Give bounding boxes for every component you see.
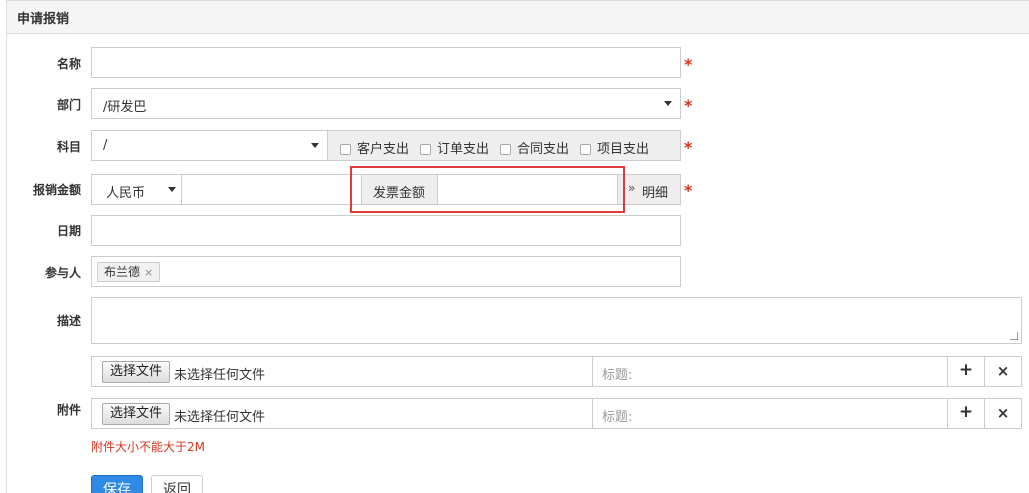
close-icon: × bbox=[996, 362, 1010, 380]
chevron-down-icon bbox=[168, 187, 176, 192]
title-placeholder: 标题: bbox=[602, 368, 633, 383]
participants-label: 参与人 bbox=[44, 266, 81, 280]
subject-select[interactable]: / bbox=[91, 130, 328, 161]
description-textarea[interactable] bbox=[91, 297, 1022, 344]
close-icon[interactable]: × bbox=[144, 266, 153, 279]
date-input[interactable] bbox=[91, 215, 681, 246]
name-input[interactable] bbox=[91, 47, 681, 78]
attachment-file-field: 选择文件 未选择任何文件 bbox=[91, 398, 593, 429]
subject-type-checkboxes: 客户支出 订单支出 合同支出 项目支出 bbox=[327, 130, 681, 161]
checkbox-customer-expense[interactable]: 客户支出 bbox=[340, 138, 409, 157]
resize-handle-icon[interactable] bbox=[1010, 332, 1018, 340]
panel-header: 申请报销 bbox=[7, 1, 1029, 34]
participant-tag: 布兰德 × bbox=[97, 262, 161, 282]
department-required-mark: * bbox=[684, 96, 693, 115]
plus-icon: + bbox=[958, 402, 974, 422]
file-status: 未选择任何文件 bbox=[174, 368, 266, 383]
attachments-label: 附件 bbox=[56, 403, 81, 417]
subject-label: 科目 bbox=[56, 140, 81, 154]
choose-file-button[interactable]: 选择文件 bbox=[102, 361, 171, 383]
attachment-title-input[interactable]: 标题: bbox=[592, 398, 949, 429]
currency-select[interactable]: 人民币 bbox=[91, 174, 182, 205]
panel-title: 申请报销 bbox=[17, 12, 70, 27]
chevron-down-icon bbox=[311, 143, 319, 148]
amount-input[interactable] bbox=[181, 174, 362, 205]
remove-attachment-button[interactable]: × bbox=[984, 356, 1022, 387]
subject-required-mark: * bbox=[684, 138, 693, 157]
name-required-mark: * bbox=[684, 55, 693, 74]
checkbox-icon bbox=[420, 144, 431, 155]
attachment-size-hint: 附件大小不能大于2M bbox=[91, 440, 205, 454]
attachment-file-field: 选择文件 未选择任何文件 bbox=[91, 356, 593, 387]
back-button[interactable]: 返回 bbox=[151, 475, 203, 493]
amount-required-mark: * bbox=[684, 181, 693, 200]
participants-input[interactable] bbox=[91, 256, 681, 287]
choose-file-button[interactable]: 选择文件 bbox=[102, 403, 171, 425]
description-label: 描述 bbox=[56, 314, 81, 328]
detail-toggle-button[interactable]: » 明细 bbox=[617, 174, 681, 205]
subject-value: / bbox=[103, 138, 108, 153]
plus-icon: + bbox=[958, 360, 974, 380]
detail-toggle-label: 明细 bbox=[642, 186, 669, 201]
title-placeholder: 标题: bbox=[602, 410, 633, 425]
checkbox-icon bbox=[500, 144, 511, 155]
invoice-amount-highlight bbox=[350, 166, 625, 213]
chevron-down-icon bbox=[664, 101, 672, 106]
date-label: 日期 bbox=[56, 224, 81, 238]
attachment-title-input[interactable]: 标题: bbox=[592, 356, 949, 387]
checkbox-icon bbox=[580, 144, 591, 155]
name-label: 名称 bbox=[56, 57, 81, 71]
department-value: /研发巴 bbox=[103, 100, 147, 115]
save-button[interactable]: 保存 bbox=[91, 475, 143, 493]
file-status: 未选择任何文件 bbox=[174, 410, 266, 425]
currency-value: 人民币 bbox=[106, 186, 146, 201]
close-icon: × bbox=[996, 404, 1010, 422]
checkbox-icon bbox=[340, 144, 351, 155]
remove-attachment-button[interactable]: × bbox=[984, 398, 1022, 429]
checkbox-project-expense[interactable]: 项目支出 bbox=[580, 138, 649, 157]
amount-label: 报销金额 bbox=[32, 183, 81, 197]
checkbox-order-expense[interactable]: 订单支出 bbox=[420, 138, 489, 157]
department-label: 部门 bbox=[56, 98, 81, 112]
department-select[interactable]: /研发巴 bbox=[91, 88, 681, 119]
add-attachment-button[interactable]: + bbox=[947, 356, 985, 387]
double-chevron-down-icon: » bbox=[628, 181, 636, 195]
checkbox-contract-expense[interactable]: 合同支出 bbox=[500, 138, 569, 157]
add-attachment-button[interactable]: + bbox=[947, 398, 985, 429]
